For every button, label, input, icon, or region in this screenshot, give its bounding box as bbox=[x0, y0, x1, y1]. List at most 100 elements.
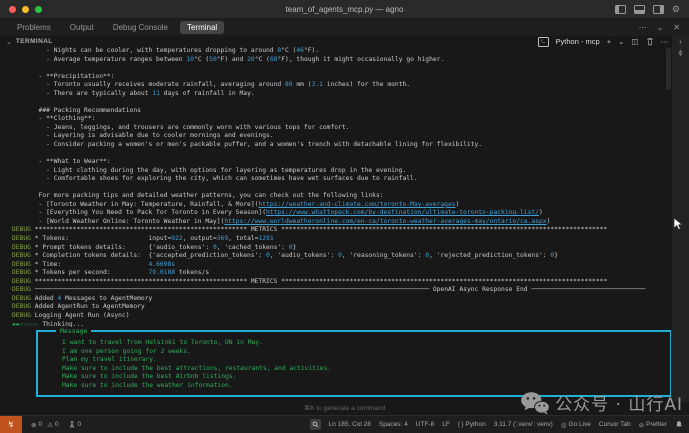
terminal-line: ### Packing Recommendations bbox=[0, 107, 672, 116]
chevron-down-icon[interactable]: ⌄ bbox=[657, 23, 664, 32]
tab-debug-console[interactable]: Debug Console bbox=[106, 21, 175, 34]
close-panel-icon[interactable]: ✕ bbox=[673, 23, 680, 32]
problems-indicator[interactable]: ⊗ 0 ⚠ 0 bbox=[31, 421, 59, 429]
terminal-profile-icon: ›_ bbox=[538, 37, 549, 47]
vscode-window: team_of_agents_mcp.py — agno ⚙ Problems … bbox=[0, 0, 689, 433]
terminal-text-segment: - **Clothing**: bbox=[12, 115, 95, 122]
encoding-setting[interactable]: UTF-8 bbox=[416, 421, 434, 428]
python-interpreter[interactable]: 3.11.7 ('.venv': venv) bbox=[494, 421, 553, 428]
terminal-text-segment: , output= bbox=[183, 235, 217, 242]
terminal-line: - [Toronto Weather in May: Temperature, … bbox=[0, 201, 672, 210]
terminal-text-segment: - Toronto usually receives moderate rain… bbox=[12, 81, 285, 88]
terminal-line: - Consider packing a women's or men's pa… bbox=[0, 141, 672, 150]
terminal-text-segment: DEBUG bbox=[12, 261, 31, 268]
terminal-line: - Layering is advisable due to cooler mo… bbox=[0, 132, 672, 141]
terminal-text-segment: } bbox=[293, 244, 297, 251]
terminal-more-actions-icon[interactable]: ⋯ bbox=[661, 37, 669, 46]
terminal-text-segment: * Tokens: input= bbox=[31, 235, 171, 242]
terminal-line bbox=[0, 184, 672, 193]
terminal-text-segment: ▰▰ bbox=[12, 321, 20, 328]
tab-output[interactable]: Output bbox=[63, 21, 101, 34]
notifications-bell[interactable] bbox=[675, 420, 683, 429]
terminal-link[interactable]: https://www.worldweatheronline.com/en-ca… bbox=[224, 218, 546, 225]
terminal-text-segment: 1291 bbox=[258, 235, 273, 242]
terminal-line: DEBUG * Completion tokens details: {'acc… bbox=[0, 252, 672, 261]
terminal-text-segment: ) bbox=[456, 201, 460, 208]
terminal-line: - Nights can be cooler, with temperature… bbox=[0, 47, 672, 56]
terminal-line: - Light clothing during the day, with op… bbox=[0, 167, 672, 176]
customize-layout-icon[interactable]: ⚙ bbox=[672, 5, 680, 14]
go-live-button[interactable]: ◎ Go Live bbox=[561, 421, 591, 429]
chevron-down-icon[interactable]: ⌄ bbox=[6, 38, 12, 46]
terminal-line: For more packing tips and detailed weath… bbox=[0, 192, 672, 201]
split-terminal-icon[interactable]: ◫ bbox=[631, 37, 638, 46]
maximize-window-button[interactable] bbox=[35, 6, 42, 13]
terminal-text-segment: , 'cached_tokens': bbox=[217, 244, 289, 251]
terminal-text-segment: days of rainfall in May. bbox=[160, 90, 255, 97]
language-mode[interactable]: { } Python bbox=[458, 421, 486, 428]
terminal-line: DEBUG **********************************… bbox=[0, 226, 672, 235]
prettier-indicator[interactable]: ⊘ Prettier bbox=[639, 421, 667, 429]
eol-setting[interactable]: LF bbox=[442, 421, 450, 428]
terminal-text-segment: °C ( bbox=[194, 56, 209, 63]
terminal-text-segment: ▱▱▱▱▱ bbox=[20, 321, 39, 328]
window-title: team_of_agents_mcp.py — agno bbox=[0, 5, 689, 14]
terminal-text-segment: 20 bbox=[247, 56, 255, 63]
new-terminal-icon[interactable]: + bbox=[607, 37, 611, 46]
toggle-sidebar-icon[interactable] bbox=[615, 5, 626, 14]
terminal-text-segment: ### Packing Recommendations bbox=[12, 107, 141, 114]
remote-indicator[interactable]: ↯ bbox=[0, 416, 22, 433]
ports-indicator[interactable]: 0 bbox=[68, 420, 82, 429]
more-actions-icon[interactable]: ⋯ bbox=[639, 23, 647, 32]
terminal-text-segment: 3.1 bbox=[312, 81, 323, 88]
toggle-secondary-sidebar-icon[interactable] bbox=[653, 5, 664, 14]
message-box-label: Message bbox=[56, 327, 91, 335]
terminal-text-segment: ) bbox=[547, 218, 551, 225]
expand-terminal-tabs-icon[interactable]: › bbox=[679, 37, 682, 46]
terminal-line bbox=[0, 64, 672, 73]
terminal-text-segment: DEBUG bbox=[12, 286, 31, 293]
message-box-content: I want to travel from Helsinki to Toront… bbox=[38, 339, 670, 390]
toggle-panel-icon[interactable] bbox=[634, 5, 645, 14]
lightning-icon: ↯ bbox=[8, 420, 15, 429]
terminal-line: ▰▰▱▱▱▱▱ Thinking... bbox=[0, 321, 672, 330]
terminal-text-segment: Logging Agent Run (Async) bbox=[31, 312, 130, 319]
terminal-line: - Toronto usually receives moderate rain… bbox=[0, 81, 672, 90]
screencast-zoom-icon[interactable] bbox=[310, 419, 321, 430]
terminal-shell-label[interactable]: Python - mcp bbox=[556, 37, 600, 46]
terminal-line: - **What to Wear**: bbox=[0, 158, 672, 167]
title-bar: team_of_agents_mcp.py — agno ⚙ bbox=[0, 0, 689, 18]
terminal-link[interactable]: https://www.whattopack.com/by-destinatio… bbox=[266, 209, 539, 216]
tab-problems[interactable]: Problems bbox=[10, 21, 58, 34]
minimize-window-button[interactable] bbox=[22, 6, 29, 13]
terminal-text-segment: - Layering is advisable due to cooler mo… bbox=[12, 132, 274, 139]
circle-glyph-icon: ɸ bbox=[679, 50, 683, 57]
watermark-text: 公众号 · 山行AI bbox=[555, 390, 683, 415]
terminal-text-segment: DEBUG bbox=[12, 244, 31, 251]
terminal-text-segment: DEBUG bbox=[12, 226, 31, 233]
broadcast-icon: ◎ bbox=[561, 421, 567, 429]
indentation-setting[interactable]: Spaces: 4 bbox=[379, 421, 408, 428]
kill-terminal-icon[interactable] bbox=[646, 37, 654, 46]
launch-profile-chevron-icon[interactable]: ⌄ bbox=[618, 37, 624, 46]
terminal-line: DEBUG * Tokens: input=922, output=369, t… bbox=[0, 235, 672, 244]
tab-terminal[interactable]: Terminal bbox=[180, 21, 224, 34]
terminal-panel-title: TERMINAL bbox=[16, 38, 53, 45]
terminal-text-segment: , 'reasoning_tokens': bbox=[342, 252, 425, 259]
terminal-text-segment: 10 bbox=[186, 56, 194, 63]
bell-icon bbox=[675, 420, 683, 429]
cursor-tab-indicator[interactable]: Cursor Tab bbox=[599, 421, 631, 428]
terminal-text-segment: * Tokens per second: bbox=[31, 269, 149, 276]
terminal-text-segment: - Light clothing during the day, with op… bbox=[12, 167, 406, 174]
cursor-position[interactable]: Ln 185, Col 28 bbox=[329, 421, 371, 428]
terminal-line: - Average temperature ranges between 10°… bbox=[0, 56, 672, 65]
wechat-icon bbox=[520, 391, 550, 415]
terminal-header: ⌄ TERMINAL ›_ Python - mcp + ⌄ ◫ ⋯ bbox=[0, 36, 672, 47]
terminal-text-segment: - [Toronto Weather in May: Temperature, … bbox=[12, 201, 258, 208]
terminal-text-segment: - Average temperature ranges between bbox=[12, 56, 186, 63]
terminal-line bbox=[0, 150, 672, 159]
terminal-line: - [World Weather Online: Toronto Weather… bbox=[0, 218, 672, 227]
close-window-button[interactable] bbox=[9, 6, 16, 13]
terminal-link[interactable]: https://weather-and-climate.com/toronto-… bbox=[258, 201, 455, 208]
terminal-scrollbar[interactable] bbox=[666, 48, 671, 90]
